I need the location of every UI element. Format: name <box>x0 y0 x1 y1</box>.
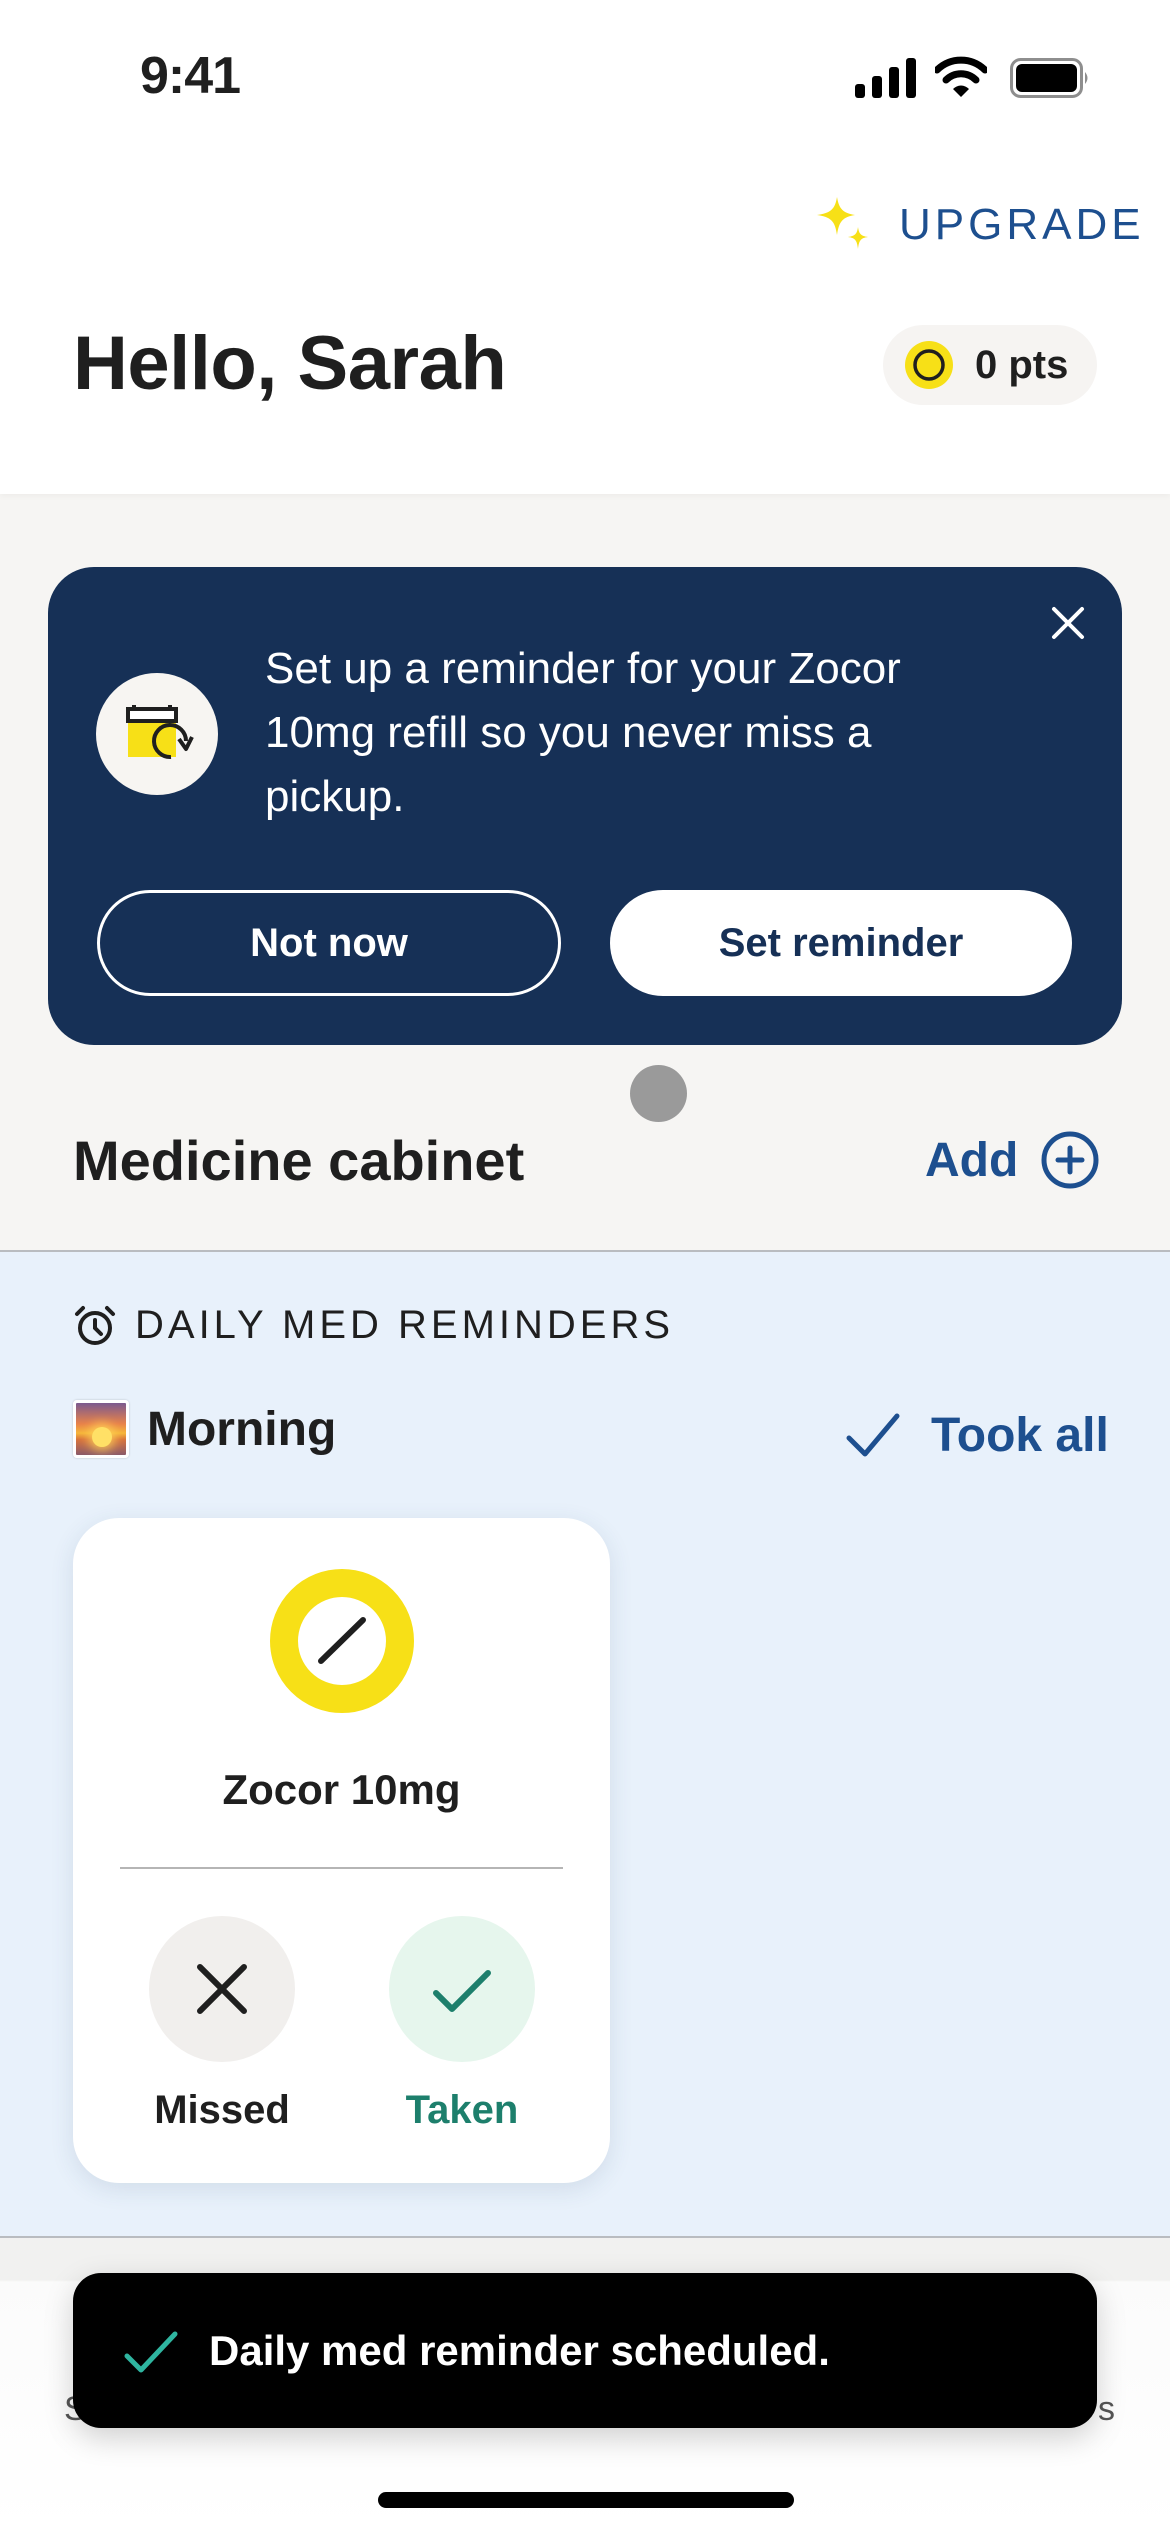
missed-label: Missed <box>154 2088 290 2132</box>
wifi-icon <box>935 56 987 97</box>
toast-notification: Daily med reminder scheduled. <box>73 2273 1097 2428</box>
calendar-refill-icon <box>96 673 218 795</box>
missed-button[interactable] <box>149 1916 295 2062</box>
check-icon <box>433 1970 491 2012</box>
pill-icon <box>270 1569 414 1713</box>
coin-icon <box>905 341 953 389</box>
plus-circle-icon <box>1041 1131 1099 1189</box>
points-label: 0 pts <box>975 342 1069 387</box>
daily-reminders-header: DAILY MED REMINDERS <box>73 1303 674 1348</box>
tab-item-partial-right[interactable]: s <box>1098 2390 1115 2429</box>
close-icon <box>197 1964 247 2014</box>
points-badge[interactable]: 0 pts <box>883 325 1097 405</box>
toast-message: Daily med reminder scheduled. <box>209 2326 830 2374</box>
taken-label: Taken <box>405 2088 519 2132</box>
med-card[interactable]: Zocor 10mg Missed Taken <box>73 1518 610 2183</box>
alarm-clock-icon <box>75 1305 115 1345</box>
set-reminder-button[interactable]: Set reminder <box>610 890 1072 996</box>
daily-reminders-label: DAILY MED REMINDERS <box>135 1303 675 1347</box>
med-name: Zocor 10mg <box>222 1766 461 1813</box>
battery-icon <box>1010 58 1088 98</box>
took-all-button[interactable]: Took all <box>845 1400 1109 1470</box>
sparkle-icon <box>817 197 868 249</box>
add-medicine-button[interactable]: Add <box>925 1125 1100 1195</box>
sunrise-icon <box>73 1400 129 1458</box>
morning-group-header: Morning <box>73 1400 336 1458</box>
morning-label: Morning <box>147 1402 337 1456</box>
status-time: 9:41 <box>140 47 241 105</box>
home-indicator[interactable] <box>378 2492 794 2508</box>
touch-indicator <box>630 1065 687 1122</box>
greeting-title: Hello, Sarah <box>73 321 507 406</box>
check-icon <box>846 1413 900 1457</box>
add-label: Add <box>925 1133 1019 1187</box>
not-now-button[interactable]: Not now <box>97 890 561 996</box>
banner-message: Set up a reminder for your Zocor 10mg re… <box>265 644 901 821</box>
took-all-label: Took all <box>931 1408 1109 1462</box>
refill-reminder-banner: Set up a reminder for your Zocor 10mg re… <box>48 567 1122 1045</box>
cellular-signal-icon <box>855 58 916 98</box>
upgrade-button[interactable]: UPGRADE <box>815 190 1145 260</box>
medicine-cabinet-title: Medicine cabinet <box>73 1129 525 1192</box>
check-icon <box>124 2331 178 2372</box>
taken-button[interactable] <box>389 1916 535 2062</box>
upgrade-label: UPGRADE <box>899 200 1145 249</box>
close-icon[interactable] <box>1038 593 1098 653</box>
card-divider <box>120 1867 563 1869</box>
